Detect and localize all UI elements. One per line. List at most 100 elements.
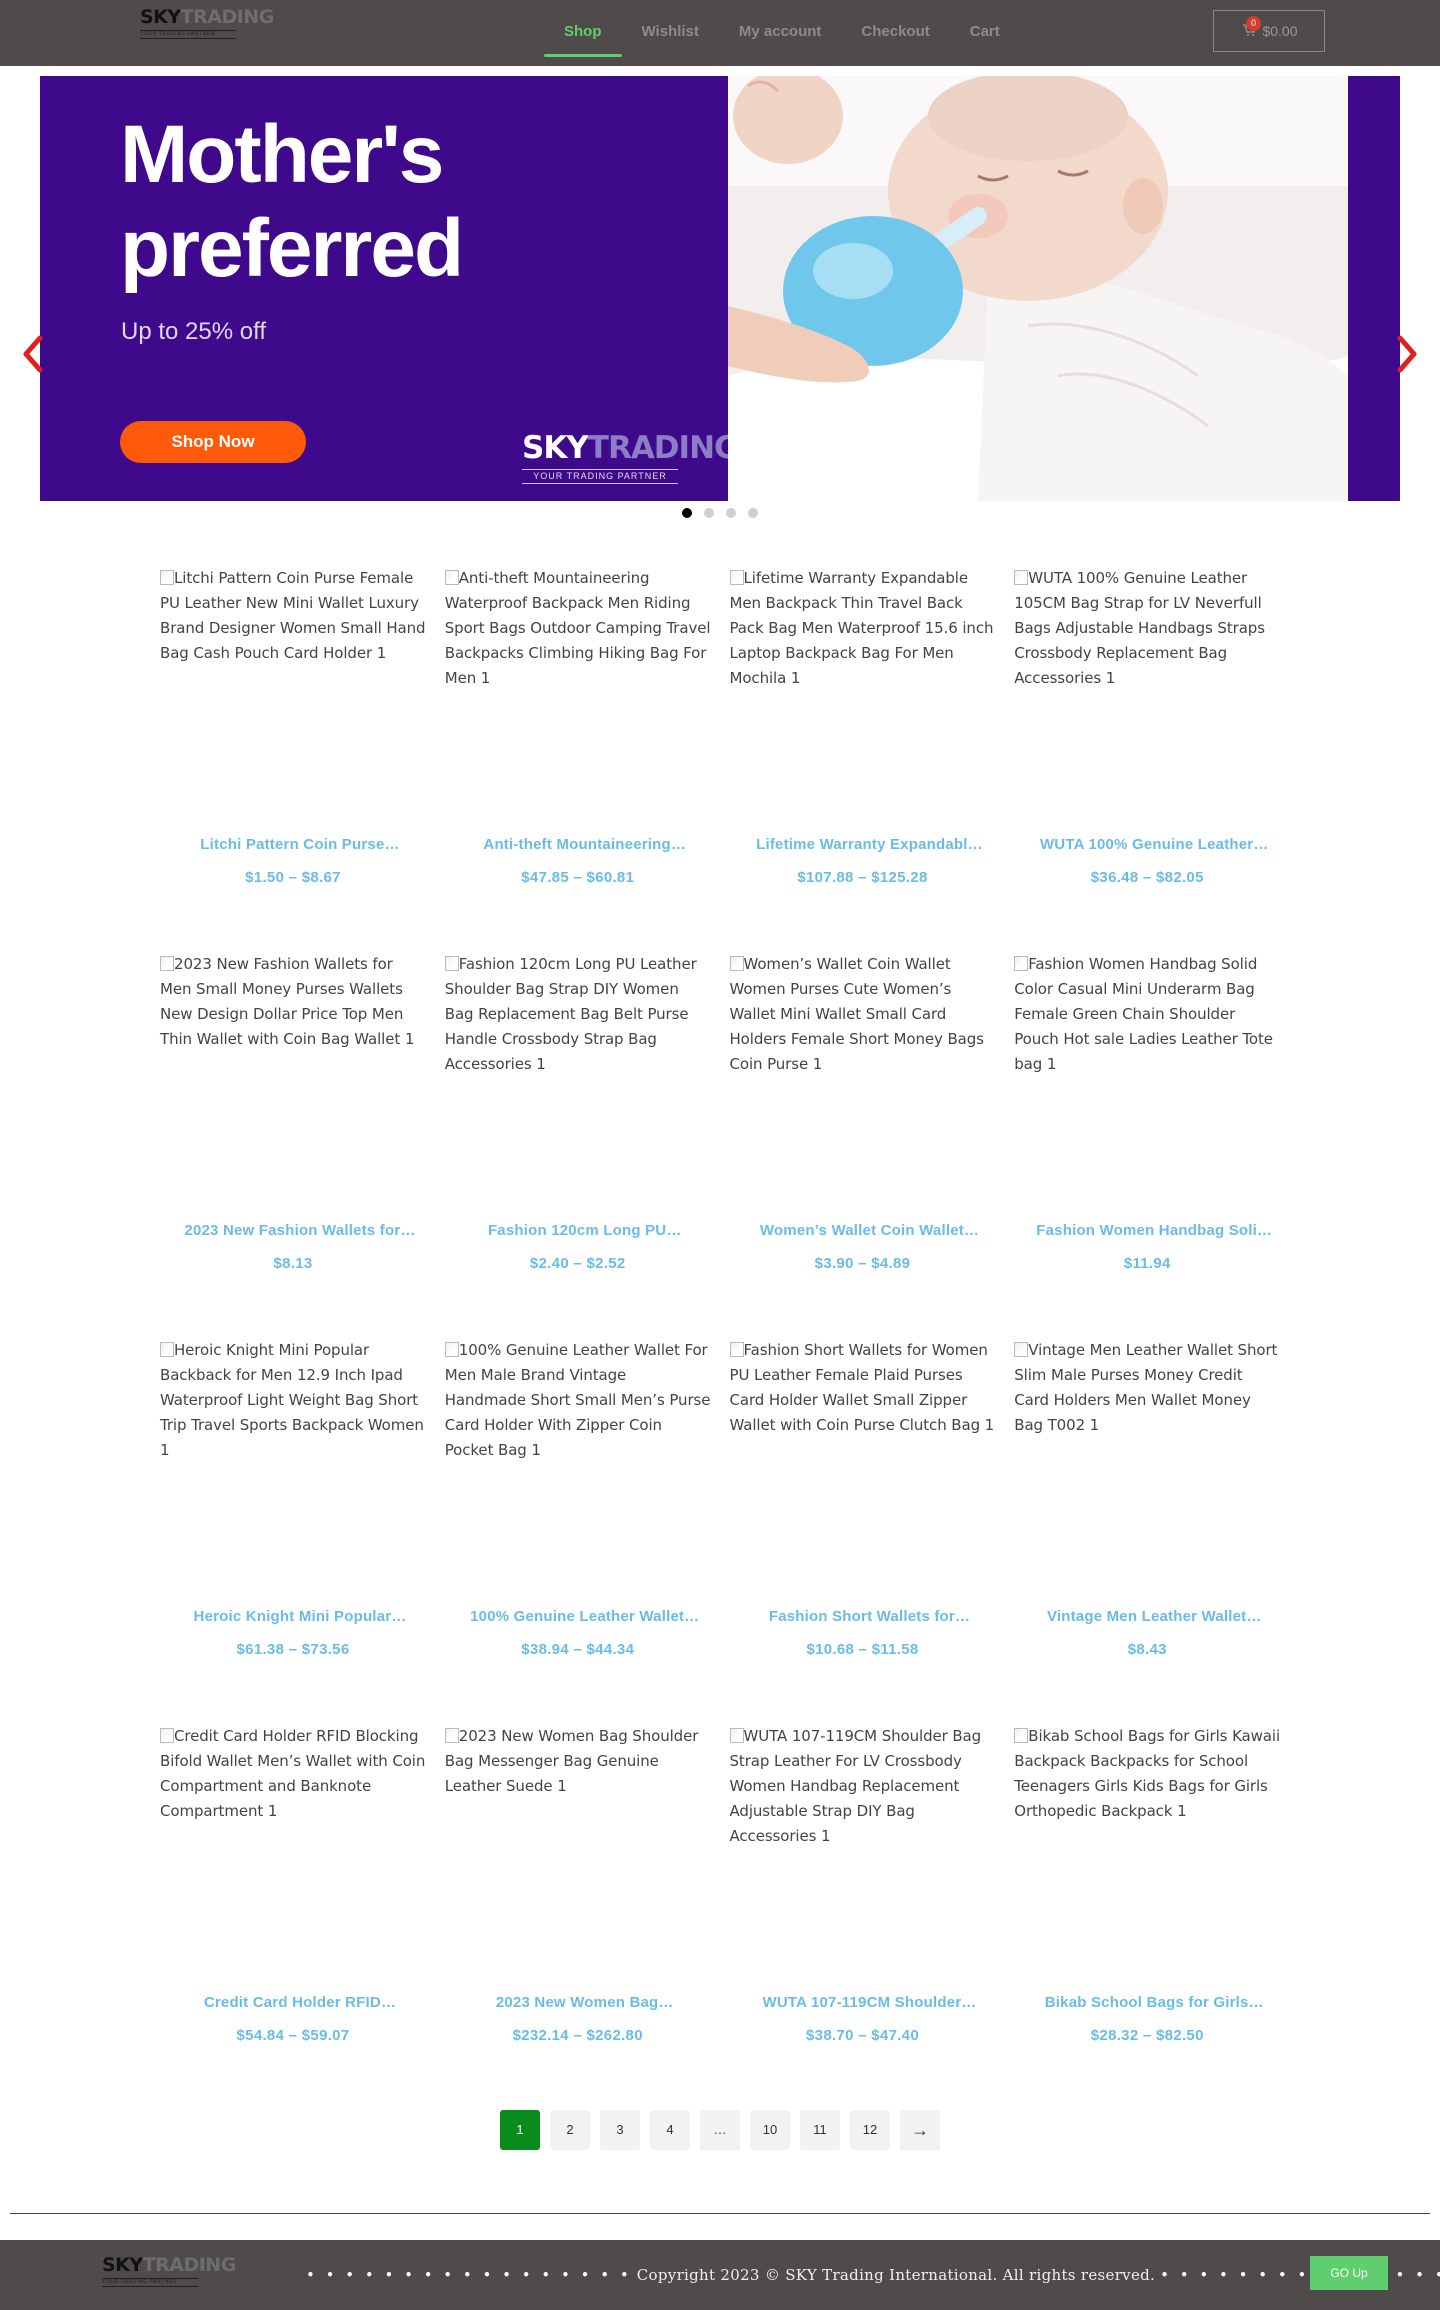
product-title[interactable]: WUTA 107-119CM Shoulder… <box>730 1994 1010 2011</box>
product-image-alt-text: Fashion Women Handbag Solid Color Casual… <box>1014 955 1273 1073</box>
product-title[interactable]: Credit Card Holder RFID… <box>160 1994 440 2011</box>
copyright-text: • • • • • • • • • • • • • • • • • Copyri… <box>306 2266 1440 2284</box>
nav-shop[interactable]: Shop <box>544 0 622 66</box>
mini-cart-button[interactable]: 0 $0.00 <box>1213 10 1325 52</box>
copyright-dots-left: • • • • • • • • • • • • • • • • • <box>306 2266 632 2284</box>
product-title[interactable]: Fashion 120cm Long PU… <box>445 1222 725 1239</box>
product-image[interactable]: WUTA 107-119CM Shoulder Bag Strap Leathe… <box>729 1724 996 1944</box>
product-price: $61.38 – $73.56 <box>236 1641 350 1658</box>
nav-my-account[interactable]: My account <box>719 0 842 66</box>
product-title[interactable]: Vintage Men Leather Wallet… <box>1014 1608 1294 1625</box>
slider-dot-4[interactable] <box>748 508 758 518</box>
page-2[interactable]: 2 <box>550 2110 590 2150</box>
go-up-button[interactable]: GO Up <box>1310 2256 1388 2290</box>
logo-main-text: SKY <box>140 6 181 28</box>
broken-image-icon <box>444 570 459 585</box>
product-title[interactable]: Women’s Wallet Coin Wallet… <box>730 1222 1010 1239</box>
product-image[interactable]: Anti-theft Mountaineering Waterproof Bac… <box>444 566 711 786</box>
page-3[interactable]: 3 <box>600 2110 640 2150</box>
product-image-alt-text: 2023 New Women Bag Shoulder Bag Messenge… <box>444 1727 699 1795</box>
product-title[interactable]: Litchi Pattern Coin Purse… <box>160 836 440 853</box>
copyright-line: Copyright 2023 © SKY Trading Internation… <box>636 2266 1156 2284</box>
product-price: $36.48 – $82.05 <box>1090 869 1204 886</box>
product-title[interactable]: 2023 New Women Bag… <box>445 1994 725 2011</box>
banner-headline-line2: preferred <box>120 203 464 294</box>
product-card: Fashion Women Handbag Solid Color Casual… <box>1014 952 1280 1280</box>
product-card: Heroic Knight Mini Popular Backback for … <box>160 1338 426 1666</box>
product-image-alt-text: 2023 New Fashion Wallets for Men Small M… <box>160 955 415 1048</box>
cart-amount: $0.00 <box>1262 23 1298 39</box>
nav-wishlist[interactable]: Wishlist <box>622 0 719 66</box>
slider-dot-3[interactable] <box>726 508 736 518</box>
product-image[interactable]: WUTA 100% Genuine Leather 105CM Bag Stra… <box>1014 566 1280 786</box>
product-image[interactable]: 2023 New Fashion Wallets for Men Small M… <box>160 952 426 1172</box>
slider-next-arrow-icon[interactable] <box>1394 334 1420 374</box>
product-row: 2023 New Fashion Wallets for Men Small M… <box>160 952 1280 1280</box>
product-image[interactable]: Bikab School Bags for Girls Kawaii Backp… <box>1014 1724 1280 1944</box>
slider-dots <box>682 508 758 518</box>
main-nav: Shop Wishlist My account Checkout Cart <box>544 0 1020 66</box>
product-image[interactable]: Credit Card Holder RFID Blocking Bifold … <box>160 1724 426 1944</box>
broken-image-icon <box>729 1342 744 1357</box>
product-image[interactable]: Vintage Men Leather Wallet Short Slim Ma… <box>1014 1338 1280 1558</box>
hero-banner[interactable]: Mother's preferred Up to 25% off Shop No… <box>40 76 1400 501</box>
site-footer: SKYTRADING YOUR TRADING PARTNER • • • • … <box>0 2240 1440 2310</box>
product-title[interactable]: 100% Genuine Leather Wallet… <box>445 1608 725 1625</box>
product-price: $10.68 – $11.58 <box>806 1641 919 1658</box>
page-4[interactable]: 4 <box>650 2110 690 2150</box>
broken-image-icon <box>1014 956 1029 971</box>
product-title[interactable]: WUTA 100% Genuine Leather… <box>1014 836 1294 853</box>
product-title[interactable]: Lifetime Warranty Expandabl… <box>730 836 1010 853</box>
product-image-alt-text: Litchi Pattern Coin Purse Female PU Leat… <box>160 569 426 662</box>
slider-prev-arrow-icon[interactable] <box>20 334 46 374</box>
page-11[interactable]: 11 <box>800 2110 840 2150</box>
product-title[interactable]: Anti-theft Mountaineering… <box>445 836 725 853</box>
product-title[interactable]: Fashion Women Handbag Soli… <box>1014 1222 1294 1239</box>
product-price: $8.43 <box>1127 1641 1167 1658</box>
product-card: WUTA 107-119CM Shoulder Bag Strap Leathe… <box>729 1724 996 2052</box>
product-image[interactable]: Fashion Women Handbag Solid Color Casual… <box>1014 952 1280 1172</box>
product-title[interactable]: Bikab School Bags for Girls… <box>1014 1994 1294 2011</box>
product-image[interactable]: Litchi Pattern Coin Purse Female PU Leat… <box>160 566 426 786</box>
product-card: Fashion 120cm Long PU Leather Shoulder B… <box>444 952 711 1280</box>
page-10[interactable]: 10 <box>750 2110 790 2150</box>
product-title[interactable]: Fashion Short Wallets for… <box>730 1608 1010 1625</box>
product-image[interactable]: Fashion 120cm Long PU Leather Shoulder B… <box>444 952 711 1172</box>
product-image[interactable]: Fashion Short Wallets for Women PU Leath… <box>729 1338 996 1558</box>
next-page-arrow-icon[interactable]: → <box>900 2110 940 2150</box>
product-image[interactable]: Lifetime Warranty Expandable Men Backpac… <box>729 566 996 786</box>
logo-accent-text: TRADING <box>180 6 275 28</box>
broken-image-icon <box>1014 1728 1029 1743</box>
footer-logo[interactable]: SKYTRADING YOUR TRADING PARTNER <box>102 2254 236 2292</box>
banner-brand-wordmark: SKYTRADING <box>522 430 739 466</box>
product-price: $3.90 – $4.89 <box>814 1255 911 1272</box>
slider-dot-2[interactable] <box>704 508 714 518</box>
product-title[interactable]: Heroic Knight Mini Popular… <box>160 1608 440 1625</box>
cart-count-badge: 0 <box>1246 16 1261 31</box>
nav-cart[interactable]: Cart <box>950 0 1020 66</box>
product-row: Credit Card Holder RFID Blocking Bifold … <box>160 1724 1280 2052</box>
product-image[interactable]: Heroic Knight Mini Popular Backback for … <box>160 1338 426 1558</box>
product-card: Anti-theft Mountaineering Waterproof Bac… <box>444 566 711 894</box>
broken-image-icon <box>160 570 174 585</box>
hero-slider: Mother's preferred Up to 25% off Shop No… <box>0 66 1440 521</box>
shop-now-button[interactable]: Shop Now <box>120 421 306 463</box>
logo-tagline: YOUR TRADING PARTNER <box>140 30 236 39</box>
banner-subline: Up to 25% off <box>121 318 266 345</box>
product-image[interactable]: 2023 New Women Bag Shoulder Bag Messenge… <box>444 1724 711 1944</box>
broken-image-icon <box>444 1728 459 1743</box>
product-card: Bikab School Bags for Girls Kawaii Backp… <box>1014 1724 1280 2052</box>
page-1[interactable]: 1 <box>500 2110 540 2150</box>
nav-checkout[interactable]: Checkout <box>841 0 949 66</box>
slider-dot-1[interactable] <box>682 508 692 518</box>
product-title[interactable]: 2023 New Fashion Wallets for… <box>160 1222 440 1239</box>
site-logo[interactable]: SKYTRADING YOUR TRADING PARTNER <box>140 6 274 44</box>
page-12[interactable]: 12 <box>850 2110 890 2150</box>
baby-photo <box>728 76 1348 501</box>
product-image[interactable]: Women’s Wallet Coin Wallet Women Purses … <box>729 952 996 1172</box>
product-image[interactable]: 100% Genuine Leather Wallet For Men Male… <box>444 1338 711 1558</box>
broken-image-icon <box>729 570 744 585</box>
broken-image-icon <box>1014 570 1029 585</box>
copyright-dots-right: • • • • • • • • • • • • • • • • • <box>1160 2266 1440 2284</box>
banner-brand-main: SKY <box>522 430 589 466</box>
